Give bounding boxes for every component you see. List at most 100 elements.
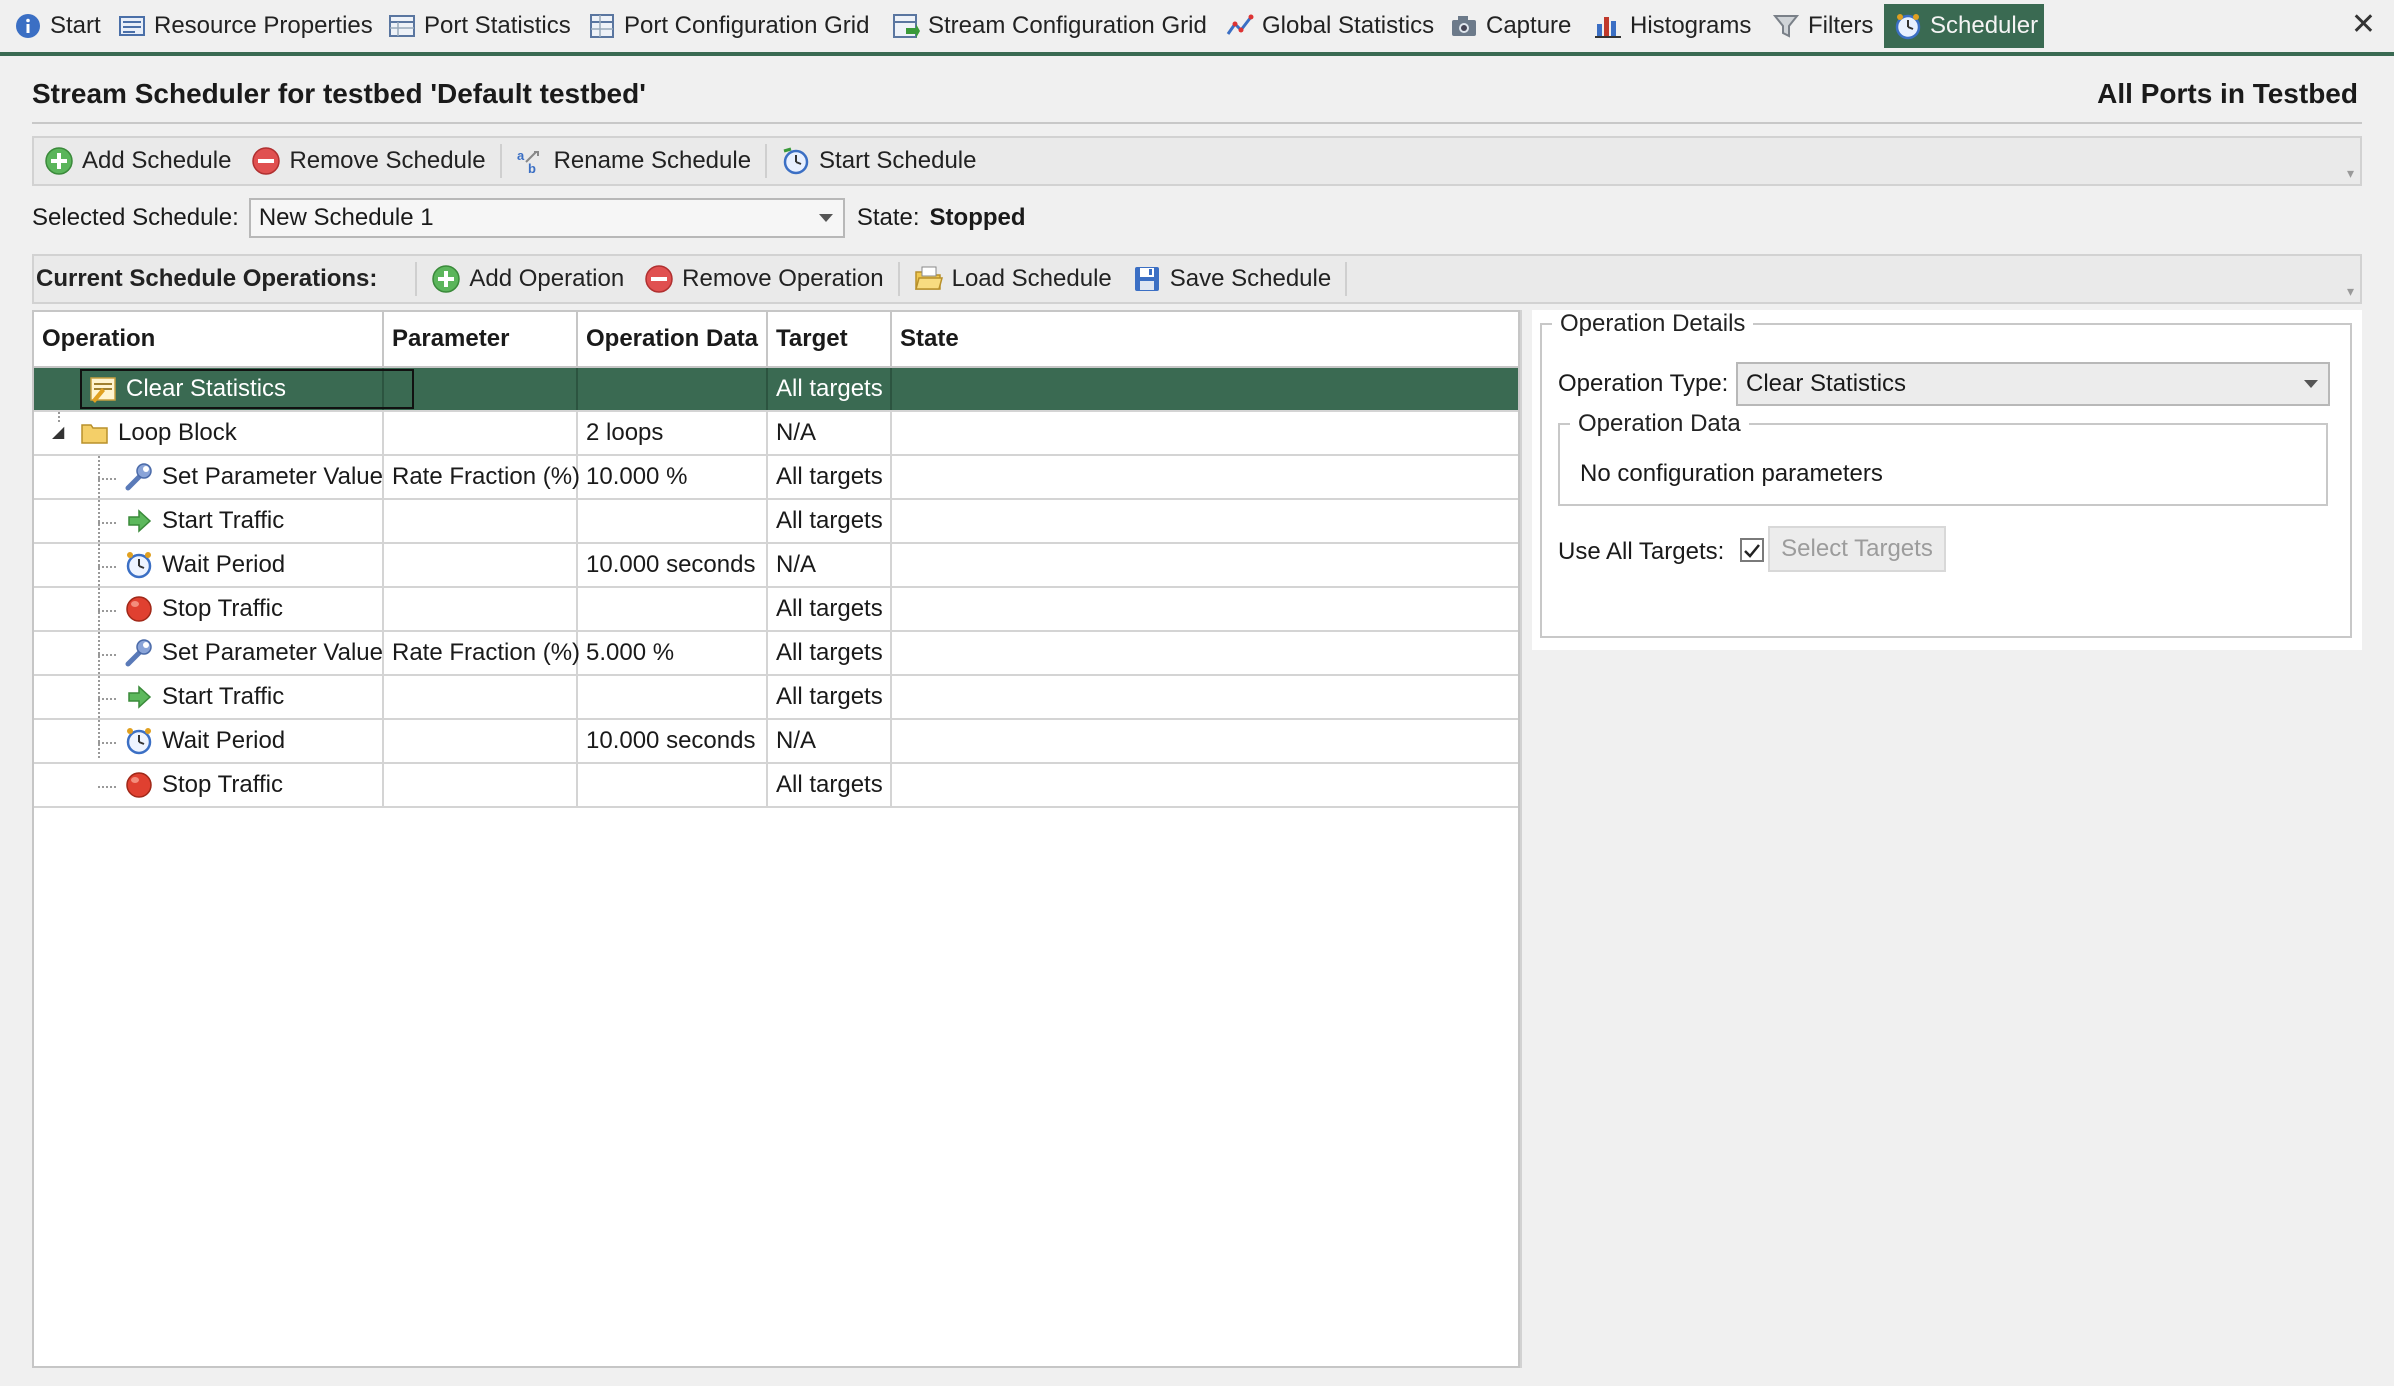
cell-operation: Start Traffic (34, 676, 384, 718)
load-schedule-button[interactable]: Load Schedule (904, 256, 1122, 302)
tab-port-configuration-grid[interactable]: Port Configuration Grid (578, 4, 879, 48)
start-schedule-button[interactable]: Start Schedule (771, 138, 986, 184)
wrench-icon (125, 463, 152, 491)
remove-operation-label: Remove Operation (682, 265, 884, 292)
svg-text:b: b (528, 161, 536, 176)
properties-icon (119, 16, 145, 36)
floppy-disk-icon (1134, 267, 1159, 291)
red-stop-icon (126, 596, 152, 622)
table-row[interactable]: Stop Traffic All targets (34, 764, 1518, 808)
wrench-icon (125, 639, 152, 667)
table-row[interactable]: ◢ Loop Block 2 loops N/A (34, 412, 1518, 456)
selected-schedule-label: Selected Schedule: (32, 204, 239, 231)
port-stats-icon (389, 15, 415, 37)
table-row[interactable]: Set Parameter Value Rate Fraction (%) 10… (34, 456, 1518, 500)
tab-start[interactable]: Start (4, 4, 111, 48)
rename-schedule-button[interactable]: ab Rename Schedule (506, 138, 761, 184)
table-row[interactable]: Start Traffic All targets (34, 676, 1518, 720)
cell-parameter (384, 764, 578, 806)
operation-name: Start Traffic (162, 507, 285, 534)
add-schedule-button[interactable]: Add Schedule (34, 138, 241, 184)
cell-operation-data (578, 500, 768, 542)
table-row[interactable]: Wait Period 10.000 seconds N/A (34, 720, 1518, 764)
cell-state (892, 676, 1518, 718)
save-schedule-label: Save Schedule (1169, 265, 1332, 292)
scheduler-clock-icon (1895, 14, 1921, 40)
save-schedule-button[interactable]: Save Schedule (1122, 256, 1341, 302)
tree-line (98, 566, 116, 568)
table-row[interactable]: Wait Period 10.000 seconds N/A (34, 544, 1518, 588)
tab-global-statistics[interactable]: Global Statistics (1216, 4, 1444, 48)
column-header-state[interactable]: State (892, 312, 1518, 366)
cell-parameter (384, 676, 578, 718)
toolbar-overflow-icon[interactable]: ▾ (2347, 283, 2354, 300)
operation-data-text: No configuration parameters (1580, 460, 1883, 487)
cell-parameter: Rate Fraction (%) (384, 456, 580, 498)
tree-line (98, 654, 116, 656)
tab-filters[interactable]: Filters (1762, 4, 1883, 48)
toolbar-separator (897, 262, 900, 296)
table-row[interactable]: Start Traffic All targets (34, 500, 1518, 544)
table-row[interactable]: Clear Statistics All targets (34, 368, 1518, 412)
state-label: State: (856, 204, 920, 231)
stream-config-icon (893, 14, 920, 38)
green-arrow-icon (128, 509, 152, 533)
remove-operation-button[interactable]: Remove Operation (634, 256, 893, 302)
cell-target: All targets (768, 500, 892, 542)
start-schedule-icon (783, 147, 809, 175)
operations-toolbar: Current Schedule Operations: Add Operati… (32, 254, 2362, 304)
tab-label: Histograms (1630, 12, 1752, 39)
use-all-targets-label: Use All Targets: (1558, 538, 1725, 565)
cell-target: N/A (768, 412, 892, 454)
add-operation-label: Add Operation (469, 265, 625, 292)
operation-name: Stop Traffic (162, 595, 283, 622)
tab-port-statistics[interactable]: Port Statistics (378, 4, 581, 48)
remove-schedule-label: Remove Schedule (289, 147, 486, 174)
add-operation-button[interactable]: Add Operation (421, 256, 634, 302)
load-schedule-label: Load Schedule (951, 265, 1112, 292)
table-row[interactable]: Stop Traffic All targets (34, 588, 1518, 632)
cell-operation-data (578, 588, 768, 630)
cell-parameter (384, 368, 578, 410)
remove-schedule-button[interactable]: Remove Schedule (241, 138, 495, 184)
remove-icon (252, 147, 281, 175)
column-header-target[interactable]: Target (768, 312, 892, 366)
tab-histograms[interactable]: Histograms (1584, 4, 1761, 48)
table-row[interactable]: Set Parameter Value Rate Fraction (%) 5.… (34, 632, 1518, 676)
column-header-operation[interactable]: Operation (34, 312, 384, 366)
histogram-icon (1595, 17, 1621, 38)
cell-state (892, 632, 1518, 674)
cell-target: All targets (768, 676, 892, 718)
toolbar-overflow-icon[interactable]: ▾ (2347, 165, 2354, 182)
tab-capture[interactable]: Capture (1440, 4, 1581, 48)
select-targets-button[interactable]: Select Targets (1768, 526, 1946, 572)
rename-icon: ab (517, 148, 539, 176)
use-all-targets-checkbox[interactable] (1740, 538, 1764, 562)
cell-operation-data (578, 676, 768, 718)
tree-line (98, 742, 116, 744)
svg-text:a: a (517, 148, 525, 163)
cell-target: All targets (768, 588, 892, 630)
collapse-triangle-icon[interactable]: ◢ (52, 412, 72, 454)
operation-name: Loop Block (118, 419, 237, 446)
cell-target: N/A (768, 544, 892, 586)
cell-parameter (384, 500, 578, 542)
tab-stream-configuration-grid[interactable]: Stream Configuration Grid (882, 4, 1217, 48)
close-icon[interactable]: ✕ (2351, 8, 2376, 42)
operation-name: Set Parameter Value (162, 463, 384, 490)
column-header-parameter[interactable]: Parameter (384, 312, 578, 366)
operation-name: Wait Period (162, 551, 286, 578)
header-divider (32, 122, 2362, 124)
column-header-operation-data[interactable]: Operation Data (578, 312, 768, 366)
tab-label: Global Statistics (1262, 12, 1435, 39)
operations-table: Operation Parameter Operation Data Targe… (32, 310, 1520, 1368)
operation-type-select[interactable]: Clear Statistics (1736, 362, 2330, 406)
tab-label: Capture (1486, 12, 1572, 39)
tab-resource-properties[interactable]: Resource Properties (108, 4, 383, 48)
cell-state (892, 720, 1518, 762)
tab-scheduler[interactable]: Scheduler (1884, 4, 2044, 48)
cell-state (892, 544, 1518, 586)
schedule-select[interactable]: New Schedule 1 (248, 198, 845, 238)
cell-operation-data (578, 764, 768, 806)
add-icon (45, 147, 73, 175)
